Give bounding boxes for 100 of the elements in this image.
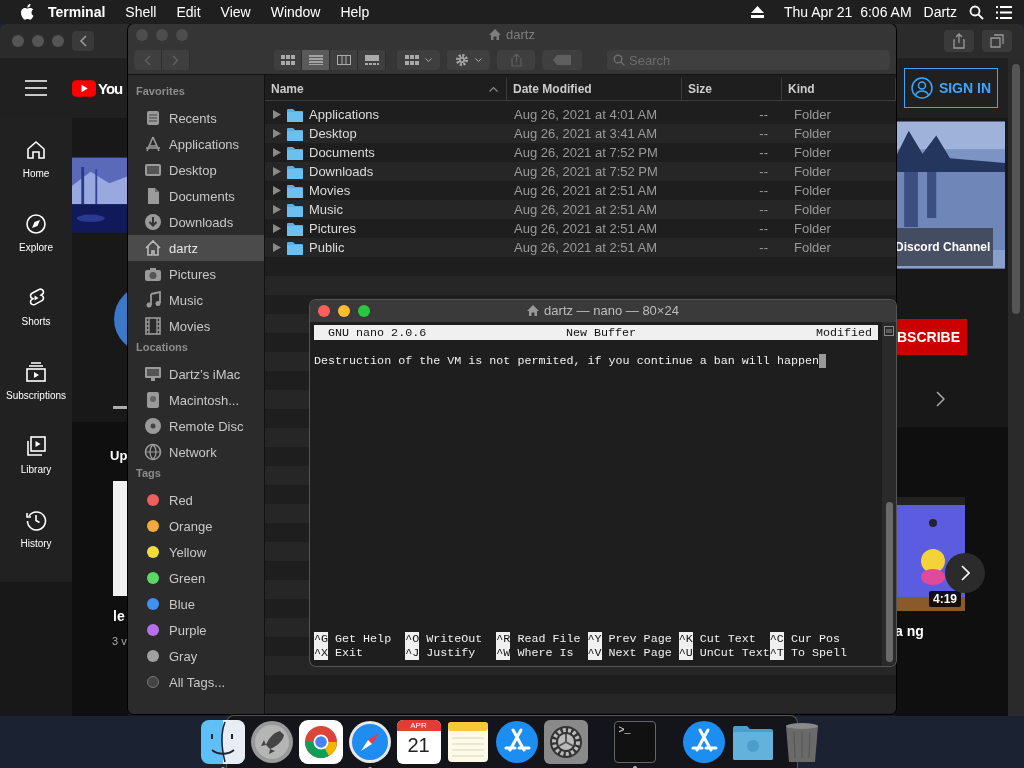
drive-icon (144, 391, 162, 409)
table-cell-text: Folder (793, 164, 832, 179)
column-header[interactable]: Date Modified (507, 78, 682, 100)
sidebar-item[interactable]: Documents (128, 183, 264, 209)
nav-item[interactable]: History (0, 508, 72, 582)
gear-icon[interactable] (543, 719, 588, 764)
table-cell-text: Aug 26, 2021 at 2:51 AM (513, 183, 659, 198)
table-cell-text: Aug 26, 2021 at 7:52 PM (513, 145, 659, 160)
sidebar-item[interactable]: Desktop (128, 157, 264, 183)
sidebar-item[interactable]: Dartz’s iMac (128, 361, 264, 387)
sidebar-item[interactable]: Gray (128, 643, 264, 669)
video-meta: 3 v (112, 635, 128, 647)
split-icon[interactable] (884, 326, 894, 336)
chevron-right-icon[interactable] (935, 391, 945, 407)
clock[interactable]: Thu Apr 21 6:06 AM (783, 4, 912, 20)
notes-icon[interactable] (445, 719, 490, 764)
download-icon (144, 213, 162, 231)
back-button[interactable] (72, 31, 94, 51)
sidebar-item[interactable]: All Tags... (128, 669, 264, 695)
scrollbar-thumb[interactable] (1012, 64, 1020, 314)
folder-icon (287, 164, 303, 179)
section-heading: Up (110, 448, 128, 463)
shortcut-label: Get Help (335, 632, 392, 646)
file-name: Pictures (309, 221, 356, 236)
column-header[interactable]: Size (682, 78, 782, 100)
folder-icon (287, 183, 303, 198)
menu-icon[interactable] (25, 80, 47, 96)
sidebar-item[interactable]: Green (128, 565, 264, 591)
file-name: Desktop (309, 126, 357, 141)
subscribe-button[interactable]: BSCRIBE (895, 319, 967, 355)
disclosure-triangle-icon[interactable] (273, 110, 281, 119)
app-menu[interactable]: Terminal (34, 4, 116, 20)
sidebar-item[interactable]: Movies (128, 313, 264, 339)
sign-in-button[interactable]: SIGN IN (903, 68, 998, 108)
share-button[interactable] (944, 30, 974, 52)
chrome-icon[interactable] (298, 719, 343, 764)
search-icon[interactable] (969, 4, 984, 20)
menu-item[interactable]: Edit (166, 4, 211, 20)
disclosure-triangle-icon[interactable] (273, 205, 281, 214)
house-icon (144, 239, 162, 257)
video-duration: 4:19 (928, 591, 961, 607)
sidebar-item[interactable]: Red (128, 487, 264, 513)
table-cell-text: Aug 26, 2021 at 3:41 AM (513, 126, 659, 141)
action-button[interactable] (447, 50, 490, 70)
nav-item[interactable]: Library (0, 434, 72, 508)
disclosure-triangle-icon[interactable] (273, 148, 281, 157)
shortcut-label: To Spell (790, 646, 847, 660)
table-cell-text: Aug 26, 2021 at 7:52 PM (513, 164, 659, 179)
tabs-button[interactable] (982, 30, 1012, 52)
menu-item[interactable]: Help (330, 4, 380, 20)
view-mode-button[interactable] (302, 50, 330, 70)
chevron-left-icon (144, 54, 151, 66)
app-store-icon[interactable] (494, 719, 539, 764)
sidebar-item[interactable]: Music (128, 287, 264, 313)
sidebar-item[interactable]: Yellow (128, 539, 264, 565)
logo[interactable]: You (72, 79, 128, 97)
disclosure-triangle-icon[interactable] (273, 224, 281, 233)
nav-item[interactable]: Subscriptions (0, 360, 72, 434)
sidebar-item[interactable]: Pictures (128, 261, 264, 287)
nav-item[interactable]: Home (0, 138, 72, 212)
compass-icon[interactable] (347, 719, 392, 764)
shortcut-key: ^R (496, 632, 511, 646)
finder-icon[interactable] (200, 719, 245, 764)
calendar-icon[interactable]: APR 21 (396, 719, 441, 764)
scrollbar-thumb[interactable] (885, 502, 893, 662)
rocket-icon[interactable] (249, 719, 294, 764)
zoom-button[interactable] (358, 305, 370, 317)
sidebar-item[interactable]: Downloads (128, 209, 264, 235)
nav-item[interactable]: Explore (0, 212, 72, 286)
disclosure-triangle-icon[interactable] (273, 186, 281, 195)
disclosure-triangle-icon[interactable] (273, 129, 281, 138)
sidebar-item[interactable]: Macintosh... (128, 387, 264, 413)
sidebar-item[interactable]: dartz (128, 235, 264, 261)
close-button[interactable] (318, 305, 330, 317)
sidebar-item[interactable]: Remote Disc (128, 413, 264, 439)
next-button[interactable] (945, 553, 985, 593)
nav-item[interactable]: Shorts (0, 286, 72, 360)
sidebar-item[interactable]: Network (128, 439, 264, 465)
disclosure-triangle-icon[interactable] (273, 243, 281, 252)
eject-icon[interactable] (750, 6, 764, 18)
shortcut-label: Justify (426, 646, 476, 660)
menu-item[interactable]: Window (260, 4, 331, 20)
app-store-icon[interactable] (681, 719, 726, 764)
sidebar-item[interactable]: Orange (128, 513, 264, 539)
sidebar-item[interactable]: Blue (128, 591, 264, 617)
list-icon[interactable] (996, 5, 1012, 19)
column-header[interactable]: Kind (782, 78, 896, 100)
user-menu[interactable]: Dartz (923, 4, 957, 20)
minimize-button[interactable] (338, 305, 350, 317)
disclosure-triangle-icon[interactable] (273, 167, 281, 176)
folder-icon (287, 107, 303, 122)
group-button[interactable] (397, 50, 440, 70)
menu-item[interactable]: Shell (115, 4, 167, 20)
shortcut-label: Next Page (608, 646, 672, 660)
sidebar-item[interactable]: Applications (128, 131, 264, 157)
sidebar-item[interactable]: Recents (128, 105, 264, 131)
menu-item[interactable]: View (210, 4, 261, 20)
terminal-icon[interactable]: >_ (613, 720, 656, 763)
sidebar-item[interactable]: Purple (128, 617, 264, 643)
column-header[interactable]: Name (265, 78, 507, 100)
